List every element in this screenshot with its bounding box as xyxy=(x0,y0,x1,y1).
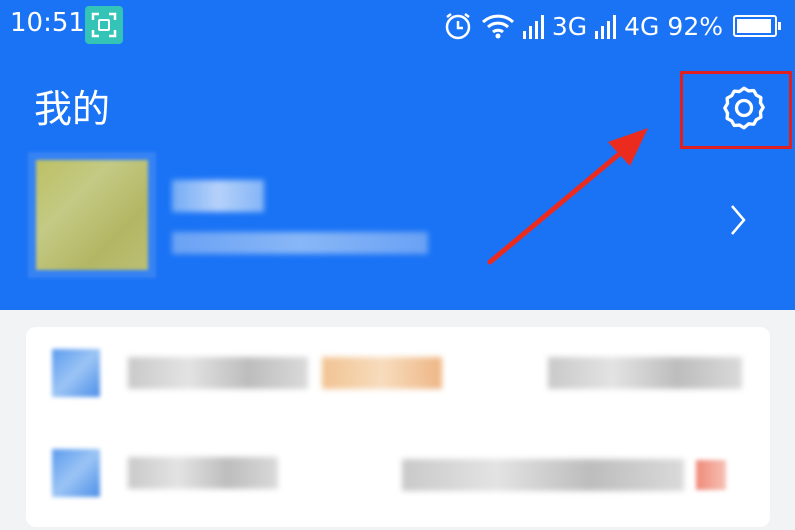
signal-icon xyxy=(595,13,617,39)
item-icon-blurred xyxy=(52,449,100,497)
avatar[interactable] xyxy=(28,152,156,278)
battery-fill xyxy=(737,19,771,33)
item-value-blurred xyxy=(548,357,742,389)
annotation-arrow xyxy=(487,128,648,265)
alarm-icon xyxy=(445,13,471,40)
item-badge-blurred xyxy=(322,357,442,389)
battery-percent: 92% xyxy=(667,11,723,41)
status-icons: 3G 4G 92% xyxy=(443,6,781,46)
network-4g-label: 4G xyxy=(624,11,660,41)
item-icon-blurred xyxy=(52,349,100,397)
list-item[interactable] xyxy=(26,427,770,522)
item-value-blurred xyxy=(402,459,684,491)
item-label-blurred xyxy=(128,357,308,389)
account-card xyxy=(26,327,770,527)
battery-icon xyxy=(733,15,781,37)
chevron-right-icon[interactable] xyxy=(728,202,748,238)
page-title: 我的 xyxy=(34,87,111,131)
list-item[interactable] xyxy=(26,327,770,422)
item-badge-blurred xyxy=(696,460,726,490)
wifi-icon xyxy=(481,14,514,39)
status-bar: 10:51 3G 4G 92% xyxy=(0,0,795,52)
status-time: 10:51 xyxy=(10,8,85,38)
item-label-blurred xyxy=(128,457,278,489)
scan-icon xyxy=(85,6,123,44)
username-blurred xyxy=(172,180,264,212)
highlight-box xyxy=(680,71,792,149)
network-3g-label: 3G xyxy=(551,11,588,41)
user-subtitle-blurred xyxy=(172,232,428,254)
signal-icon xyxy=(522,13,544,39)
